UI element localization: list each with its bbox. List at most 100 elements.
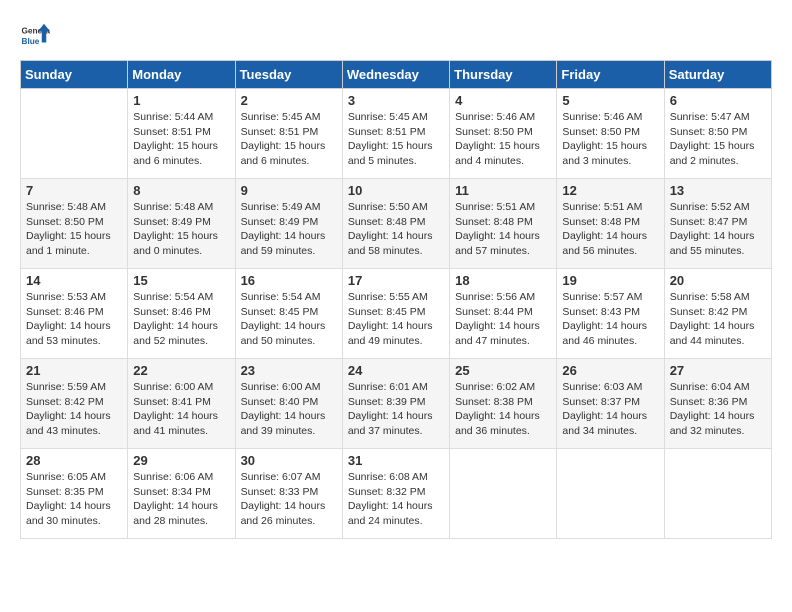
calendar-cell: 25Sunrise: 6:02 AM Sunset: 8:38 PM Dayli… <box>450 359 557 449</box>
day-number: 11 <box>455 183 551 198</box>
calendar-cell <box>664 449 771 539</box>
day-info: Sunrise: 5:54 AM Sunset: 8:45 PM Dayligh… <box>241 290 337 349</box>
calendar-cell: 11Sunrise: 5:51 AM Sunset: 8:48 PM Dayli… <box>450 179 557 269</box>
day-info: Sunrise: 5:56 AM Sunset: 8:44 PM Dayligh… <box>455 290 551 349</box>
day-of-week-header: Sunday <box>21 61 128 89</box>
calendar-cell: 21 Sunrise: 5:59 AM Sunset: 8:42 PM Dayli… <box>21 359 128 449</box>
day-of-week-header: Monday <box>128 61 235 89</box>
day-info: Sunrise: 5:45 AM Sunset: 8:51 PM Dayligh… <box>241 110 337 169</box>
calendar-cell: 5 Sunrise: 5:46 AM Sunset: 8:50 PM Daylig… <box>557 89 664 179</box>
day-info: Sunrise: 5:51 AM Sunset: 8:48 PM Dayligh… <box>562 200 658 259</box>
day-info: Sunrise: 5:48 AM Sunset: 8:50 PM Dayligh… <box>26 200 122 259</box>
day-number: 10 <box>348 183 444 198</box>
day-number: 22 <box>133 363 229 378</box>
day-info: Sunrise: 6:00 AM Sunset: 8:41 PM Dayligh… <box>133 380 229 439</box>
calendar-cell: 24Sunrise: 6:01 AM Sunset: 8:39 PM Dayli… <box>342 359 449 449</box>
calendar-cell: 1Sunrise: 5:44 AM Sunset: 8:51 PM Daylig… <box>128 89 235 179</box>
day-number: 29 <box>133 453 229 468</box>
calendar-cell: 16Sunrise: 5:54 AM Sunset: 8:45 PM Dayli… <box>235 269 342 359</box>
day-info: Sunrise: 5:54 AM Sunset: 8:46 PM Dayligh… <box>133 290 229 349</box>
day-info: Sunrise: 5:47 AM Sunset: 8:50 PM Dayligh… <box>670 110 766 169</box>
calendar-cell <box>21 89 128 179</box>
day-number: 27 <box>670 363 766 378</box>
day-number: 23 <box>241 363 337 378</box>
day-info: Sunrise: 5:48 AM Sunset: 8:49 PM Dayligh… <box>133 200 229 259</box>
day-number: 15 <box>133 273 229 288</box>
calendar-cell: 3 Sunrise: 5:45 AM Sunset: 8:51 PM Daylig… <box>342 89 449 179</box>
calendar-cell: 19 Sunrise: 5:57 AM Sunset: 8:43 PM Dayli… <box>557 269 664 359</box>
calendar-cell <box>450 449 557 539</box>
day-info: Sunrise: 5:50 AM Sunset: 8:48 PM Dayligh… <box>348 200 444 259</box>
day-number: 14 <box>26 273 122 288</box>
day-number: 17 <box>348 273 444 288</box>
day-number: 7 <box>26 183 122 198</box>
day-info: Sunrise: 5:57 AM Sunset: 8:43 PM Dayligh… <box>562 290 658 349</box>
day-info: Sunrise: 6:00 AM Sunset: 8:40 PM Dayligh… <box>241 380 337 439</box>
day-number: 19 <box>562 273 658 288</box>
calendar-cell: 23 Sunrise: 6:00 AM Sunset: 8:40 PM Dayli… <box>235 359 342 449</box>
day-number: 21 <box>26 363 122 378</box>
calendar-cell: 12 Sunrise: 5:51 AM Sunset: 8:48 PM Dayli… <box>557 179 664 269</box>
calendar-cell: 15 Sunrise: 5:54 AM Sunset: 8:46 PM Dayli… <box>128 269 235 359</box>
day-number: 26 <box>562 363 658 378</box>
day-info: Sunrise: 6:05 AM Sunset: 8:35 PM Dayligh… <box>26 470 122 529</box>
calendar-cell: 17 Sunrise: 5:55 AM Sunset: 8:45 PM Dayli… <box>342 269 449 359</box>
calendar-cell: 27 Sunrise: 6:04 AM Sunset: 8:36 PM Dayli… <box>664 359 771 449</box>
day-of-week-header: Saturday <box>664 61 771 89</box>
day-info: Sunrise: 6:08 AM Sunset: 8:32 PM Dayligh… <box>348 470 444 529</box>
calendar-cell: 14 Sunrise: 5:53 AM Sunset: 8:46 PM Dayli… <box>21 269 128 359</box>
day-number: 3 <box>348 93 444 108</box>
day-of-week-header: Wednesday <box>342 61 449 89</box>
day-number: 28 <box>26 453 122 468</box>
day-info: Sunrise: 5:58 AM Sunset: 8:42 PM Dayligh… <box>670 290 766 349</box>
calendar-cell: 18Sunrise: 5:56 AM Sunset: 8:44 PM Dayli… <box>450 269 557 359</box>
calendar-cell: 22 Sunrise: 6:00 AM Sunset: 8:41 PM Dayli… <box>128 359 235 449</box>
day-info: Sunrise: 5:53 AM Sunset: 8:46 PM Dayligh… <box>26 290 122 349</box>
day-of-week-header: Thursday <box>450 61 557 89</box>
day-number: 5 <box>562 93 658 108</box>
day-of-week-header: Tuesday <box>235 61 342 89</box>
calendar-week-row: 21 Sunrise: 5:59 AM Sunset: 8:42 PM Dayli… <box>21 359 772 449</box>
day-info: Sunrise: 5:46 AM Sunset: 8:50 PM Dayligh… <box>562 110 658 169</box>
calendar-cell: 31 Sunrise: 6:08 AM Sunset: 8:32 PM Dayli… <box>342 449 449 539</box>
calendar-cell: 9 Sunrise: 5:49 AM Sunset: 8:49 PM Daylig… <box>235 179 342 269</box>
day-number: 13 <box>670 183 766 198</box>
day-info: Sunrise: 6:06 AM Sunset: 8:34 PM Dayligh… <box>133 470 229 529</box>
day-number: 31 <box>348 453 444 468</box>
day-info: Sunrise: 5:45 AM Sunset: 8:51 PM Dayligh… <box>348 110 444 169</box>
calendar-week-row: 28 Sunrise: 6:05 AM Sunset: 8:35 PM Dayli… <box>21 449 772 539</box>
calendar-cell: 20 Sunrise: 5:58 AM Sunset: 8:42 PM Dayli… <box>664 269 771 359</box>
calendar-week-row: 7 Sunrise: 5:48 AM Sunset: 8:50 PM Daylig… <box>21 179 772 269</box>
day-of-week-header: Friday <box>557 61 664 89</box>
calendar-cell: 7 Sunrise: 5:48 AM Sunset: 8:50 PM Daylig… <box>21 179 128 269</box>
day-number: 6 <box>670 93 766 108</box>
calendar-cell: 4 Sunrise: 5:46 AM Sunset: 8:50 PM Daylig… <box>450 89 557 179</box>
day-number: 30 <box>241 453 337 468</box>
day-number: 2 <box>241 93 337 108</box>
page-header: GeneralBlue <box>20 20 772 50</box>
day-number: 4 <box>455 93 551 108</box>
calendar-cell: 13Sunrise: 5:52 AM Sunset: 8:47 PM Dayli… <box>664 179 771 269</box>
day-info: Sunrise: 6:03 AM Sunset: 8:37 PM Dayligh… <box>562 380 658 439</box>
calendar-cell: 2 Sunrise: 5:45 AM Sunset: 8:51 PM Daylig… <box>235 89 342 179</box>
day-number: 25 <box>455 363 551 378</box>
day-number: 1 <box>133 93 229 108</box>
day-number: 24 <box>348 363 444 378</box>
calendar-cell: 28 Sunrise: 6:05 AM Sunset: 8:35 PM Dayli… <box>21 449 128 539</box>
day-info: Sunrise: 5:49 AM Sunset: 8:49 PM Dayligh… <box>241 200 337 259</box>
calendar-cell <box>557 449 664 539</box>
day-number: 20 <box>670 273 766 288</box>
day-info: Sunrise: 6:04 AM Sunset: 8:36 PM Dayligh… <box>670 380 766 439</box>
day-info: Sunrise: 5:59 AM Sunset: 8:42 PM Dayligh… <box>26 380 122 439</box>
calendar-cell: 10 Sunrise: 5:50 AM Sunset: 8:48 PM Dayli… <box>342 179 449 269</box>
day-info: Sunrise: 5:46 AM Sunset: 8:50 PM Dayligh… <box>455 110 551 169</box>
calendar-week-row: 1Sunrise: 5:44 AM Sunset: 8:51 PM Daylig… <box>21 89 772 179</box>
logo: GeneralBlue <box>20 20 50 50</box>
calendar-table: SundayMondayTuesdayWednesdayThursdayFrid… <box>20 60 772 539</box>
calendar-cell: 29 Sunrise: 6:06 AM Sunset: 8:34 PM Dayli… <box>128 449 235 539</box>
day-number: 9 <box>241 183 337 198</box>
calendar-cell: 6 Sunrise: 5:47 AM Sunset: 8:50 PM Daylig… <box>664 89 771 179</box>
day-info: Sunrise: 6:07 AM Sunset: 8:33 PM Dayligh… <box>241 470 337 529</box>
day-number: 12 <box>562 183 658 198</box>
day-info: Sunrise: 5:55 AM Sunset: 8:45 PM Dayligh… <box>348 290 444 349</box>
